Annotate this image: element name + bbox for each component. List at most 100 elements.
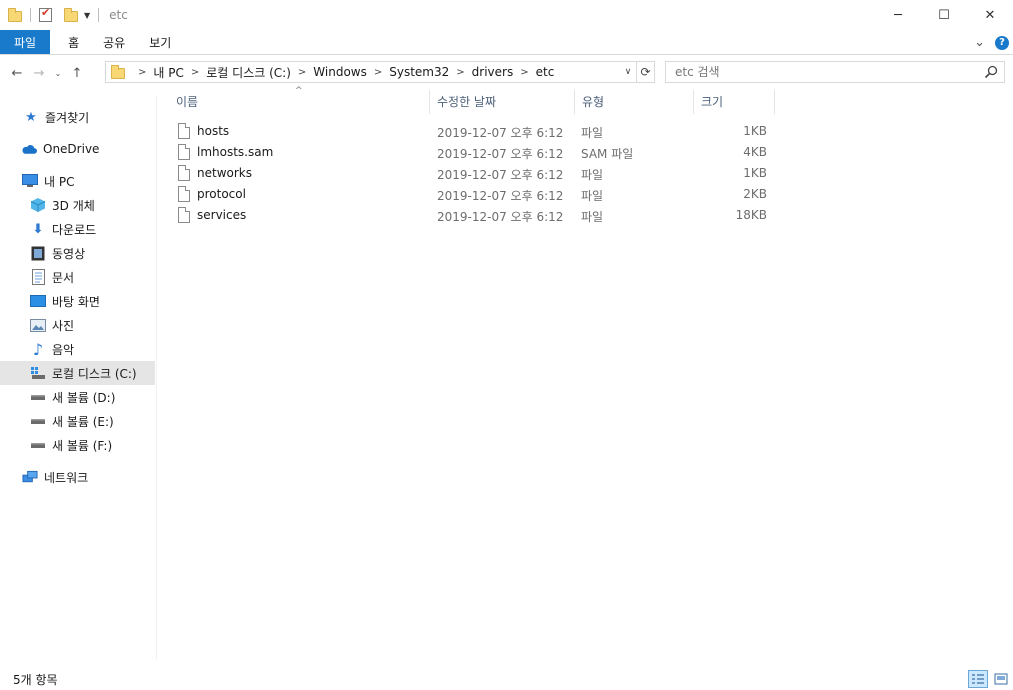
folder-icon[interactable]	[8, 8, 22, 22]
breadcrumb-local-disk[interactable]: 로컬 디스크 (C:)	[206, 64, 291, 81]
file-icon	[178, 165, 190, 181]
toolbar-divider	[30, 8, 31, 22]
new-folder-icon[interactable]	[64, 8, 78, 22]
sidebar-item-network[interactable]: 네트워크	[0, 465, 155, 489]
breadcrumb-drivers[interactable]: drivers	[472, 65, 514, 79]
drive-icon	[30, 389, 46, 405]
file-row[interactable]: protocol 2019-12-07 오후 6:12 파일 2KB	[158, 184, 778, 205]
properties-icon[interactable]	[39, 6, 52, 22]
file-modified: 2019-12-07 오후 6:12	[437, 210, 564, 224]
column-divider[interactable]	[693, 90, 694, 114]
sidebar-item-volume-e[interactable]: 새 볼륨 (E:)	[0, 409, 155, 433]
file-type: 파일	[581, 210, 604, 224]
back-button[interactable]: ←	[6, 62, 28, 84]
file-row[interactable]: services 2019-12-07 오후 6:12 파일 18KB	[158, 205, 778, 226]
close-button[interactable]: ✕	[967, 0, 1013, 30]
sidebar-item-onedrive[interactable]: OneDrive	[0, 137, 155, 161]
forward-button[interactable]: →	[28, 62, 50, 84]
search-icon[interactable]	[984, 65, 998, 79]
sidebar-item-label: 네트워크	[44, 470, 89, 485]
search-box[interactable]	[665, 61, 1005, 83]
file-modified: 2019-12-07 오후 6:12	[437, 168, 564, 182]
network-icon	[22, 469, 38, 485]
tab-home[interactable]: 홈	[50, 30, 91, 54]
breadcrumb-etc[interactable]: etc	[536, 65, 555, 79]
file-type: SAM 파일	[581, 147, 634, 161]
file-modified: 2019-12-07 오후 6:12	[437, 126, 564, 140]
column-header-name[interactable]: 이름	[176, 88, 198, 114]
help-icon[interactable]: ?	[995, 35, 1009, 50]
sidebar-item-3d-objects[interactable]: 3D 개체	[0, 193, 155, 217]
sidebar-item-local-disk-c[interactable]: 로컬 디스크 (C:)	[0, 361, 155, 385]
file-type: 파일	[581, 189, 604, 203]
breadcrumb-this-pc[interactable]: 내 PC	[153, 64, 183, 81]
sidebar-item-label: 다운로드	[52, 222, 97, 237]
refresh-icon[interactable]: ⟳	[636, 62, 654, 82]
video-icon	[30, 245, 46, 261]
column-divider[interactable]	[774, 90, 775, 114]
address-bar[interactable]: > 내 PC > 로컬 디스크 (C:) > Windows > System3…	[105, 61, 655, 83]
column-header-size[interactable]: 크기	[701, 88, 723, 114]
sidebar-item-label: 즐겨찾기	[45, 110, 90, 125]
sort-ascending-icon: ^	[295, 86, 303, 96]
file-size: 2KB	[743, 187, 767, 201]
chevron-right-icon[interactable]: >	[456, 67, 464, 78]
file-name: hosts	[197, 124, 230, 138]
sidebar-item-volume-f[interactable]: 새 볼륨 (F:)	[0, 433, 155, 457]
item-count: 5개 항목	[13, 672, 58, 687]
file-size: 1KB	[743, 124, 767, 138]
file-size: 4KB	[743, 145, 767, 159]
recent-locations-button[interactable]: ⌄	[50, 62, 66, 84]
file-name: networks	[197, 166, 252, 180]
sidebar-item-documents[interactable]: 문서	[0, 265, 155, 289]
column-divider[interactable]	[574, 90, 575, 114]
tab-share[interactable]: 공유	[91, 30, 137, 54]
file-row[interactable]: hosts 2019-12-07 오후 6:12 파일 1KB	[158, 121, 778, 142]
cube-icon	[30, 197, 46, 213]
file-row[interactable]: networks 2019-12-07 오후 6:12 파일 1KB	[158, 163, 778, 184]
sidebar-item-label: 음악	[52, 342, 75, 357]
sidebar-item-videos[interactable]: 동영상	[0, 241, 155, 265]
up-button[interactable]: ↑	[66, 62, 88, 84]
large-icons-view-button[interactable]	[991, 670, 1011, 688]
file-row[interactable]: lmhosts.sam 2019-12-07 오후 6:12 SAM 파일 4K…	[158, 142, 778, 163]
search-input[interactable]	[666, 65, 976, 79]
breadcrumb-windows[interactable]: Windows	[313, 65, 367, 79]
column-header-modified[interactable]: 수정한 날짜	[437, 88, 496, 114]
sidebar-item-music[interactable]: ♪ 음악	[0, 337, 155, 361]
chevron-right-icon[interactable]: >	[138, 67, 146, 78]
maximize-button[interactable]: ☐	[921, 0, 967, 30]
tab-view[interactable]: 보기	[137, 30, 183, 54]
expand-ribbon-icon[interactable]: ⌄	[974, 35, 985, 50]
column-header-type[interactable]: 유형	[582, 88, 604, 114]
file-modified: 2019-12-07 오후 6:12	[437, 147, 564, 161]
file-name: lmhosts.sam	[197, 145, 274, 159]
sidebar-item-volume-d[interactable]: 새 볼륨 (D:)	[0, 385, 155, 409]
breadcrumb-system32[interactable]: System32	[389, 65, 449, 79]
drive-icon	[30, 437, 46, 453]
sidebar-item-label: 로컬 디스크 (C:)	[52, 366, 137, 381]
details-view-button[interactable]	[968, 670, 988, 688]
chevron-right-icon[interactable]: >	[191, 67, 199, 78]
file-name: protocol	[197, 187, 246, 201]
sidebar-item-downloads[interactable]: ⬇ 다운로드	[0, 217, 155, 241]
sidebar-item-desktop[interactable]: 바탕 화면	[0, 289, 155, 313]
chevron-right-icon[interactable]: >	[298, 67, 306, 78]
sidebar-item-label: OneDrive	[43, 142, 100, 156]
tab-file[interactable]: 파일	[0, 30, 51, 54]
file-size: 18KB	[735, 208, 767, 222]
sidebar-item-this-pc[interactable]: 내 PC	[0, 169, 155, 193]
column-divider[interactable]	[429, 90, 430, 114]
chevron-down-icon[interactable]: ∨	[620, 67, 636, 77]
chevron-right-icon[interactable]: >	[374, 67, 382, 78]
minimize-button[interactable]: ─	[875, 0, 921, 30]
chevron-right-icon[interactable]: >	[520, 67, 528, 78]
file-list-view: 이름 ^ 수정한 날짜 유형 크기 hosts 2019-12-07 오후 6:…	[158, 86, 1013, 660]
sidebar-item-favorites[interactable]: ★ 즐겨찾기	[0, 105, 155, 129]
window-title: etc	[109, 8, 128, 22]
file-icon	[178, 144, 190, 160]
customize-toolbar-icon[interactable]: ▼	[84, 11, 90, 20]
sidebar-item-pictures[interactable]: 사진	[0, 313, 155, 337]
toolbar-divider	[98, 8, 100, 22]
file-modified: 2019-12-07 오후 6:12	[437, 189, 564, 203]
